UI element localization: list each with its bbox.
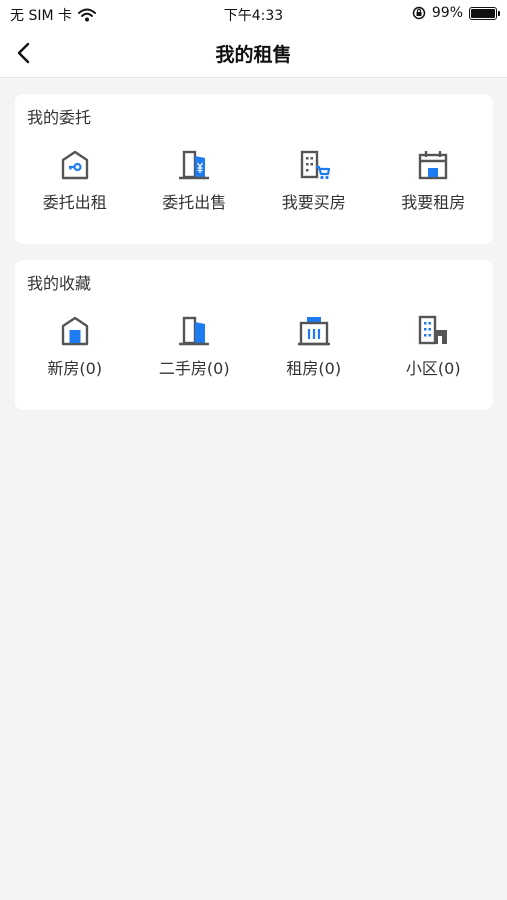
entrust-rent-out[interactable]: 委托出租 bbox=[15, 148, 135, 213]
building-yuan-icon bbox=[179, 150, 210, 180]
entrust-grid: 委托出租 委托出售 我要买房 我要租房 bbox=[15, 148, 493, 213]
favorite-new-house[interactable]: 新房(0) bbox=[15, 314, 135, 379]
favorites-card: 我的收藏 新房(0) 二手房(0) 租房(0) 小区(0) bbox=[15, 260, 493, 410]
status-right: 99% bbox=[412, 5, 500, 21]
status-bar: 无 SIM 卡 下午4:33 99% bbox=[0, 0, 507, 28]
item-label: 二手房(0) bbox=[158, 359, 230, 378]
community-icon bbox=[419, 315, 448, 345]
favorites-title: 我的收藏 bbox=[27, 274, 92, 293]
entrust-rent[interactable]: 我要租房 bbox=[374, 148, 494, 213]
house-key-icon bbox=[61, 150, 88, 180]
item-label: 租房(0) bbox=[286, 359, 342, 378]
favorite-community[interactable]: 小区(0) bbox=[374, 314, 494, 379]
battery-fill bbox=[471, 8, 495, 18]
battery-icon bbox=[469, 6, 500, 20]
entrust-card: 我的委托 委托出租 委托出售 我要买房 我要租房 bbox=[15, 94, 493, 244]
item-label: 小区(0) bbox=[405, 359, 461, 378]
favorite-second-hand[interactable]: 二手房(0) bbox=[135, 314, 255, 379]
item-label: 新房(0) bbox=[47, 359, 103, 378]
item-label: 我要买房 bbox=[281, 193, 346, 212]
rental-icon bbox=[297, 317, 330, 346]
rotation-lock-icon bbox=[412, 6, 426, 20]
page-title: 我的租售 bbox=[215, 44, 292, 66]
new-house-icon bbox=[61, 316, 88, 346]
nav-bar: 我的租售 bbox=[0, 28, 507, 78]
item-label: 我要租房 bbox=[401, 193, 466, 212]
favorites-grid: 新房(0) 二手房(0) 租房(0) 小区(0) bbox=[15, 314, 493, 379]
battery-percent: 99% bbox=[431, 5, 463, 21]
entrust-buy[interactable]: 我要买房 bbox=[254, 148, 374, 213]
calendar-house-icon bbox=[419, 151, 448, 180]
item-label: 委托出售 bbox=[162, 193, 227, 212]
building-cart-icon bbox=[300, 150, 330, 180]
second-hand-house-icon bbox=[179, 316, 210, 346]
item-label: 委托出租 bbox=[42, 193, 107, 212]
favorite-rental[interactable]: 租房(0) bbox=[254, 314, 374, 379]
entrust-sell[interactable]: 委托出售 bbox=[135, 148, 255, 213]
entrust-title: 我的委托 bbox=[27, 108, 92, 127]
